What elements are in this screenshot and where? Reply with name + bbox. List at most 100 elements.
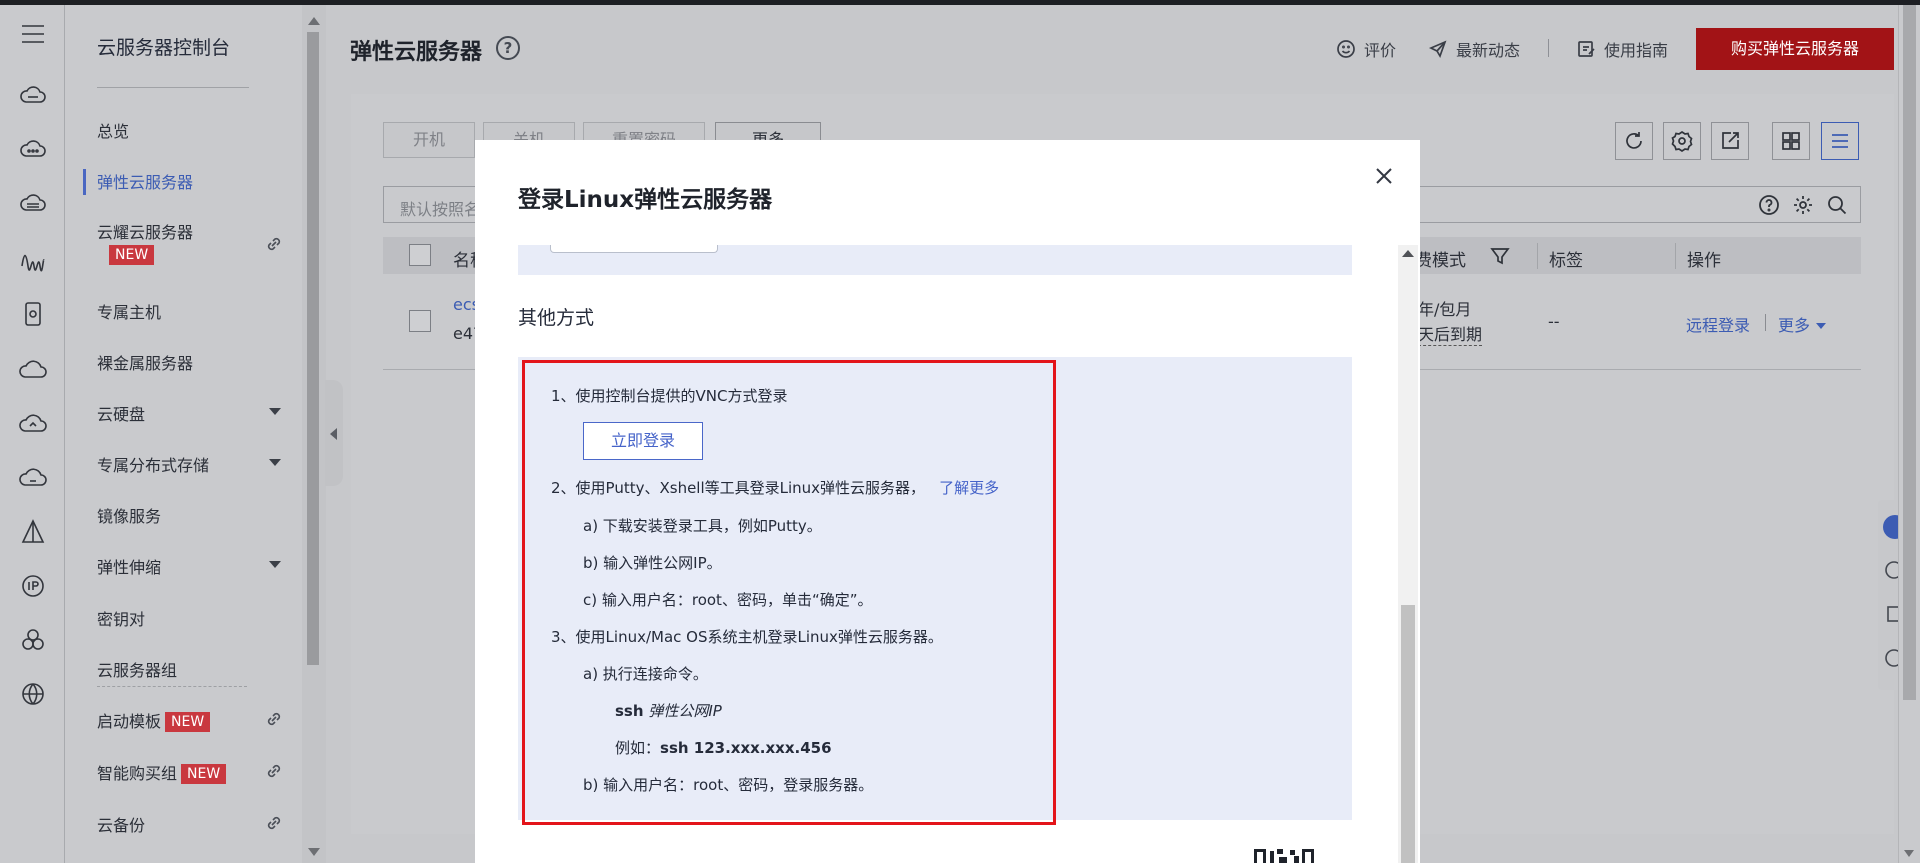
scroll-down-arrow[interactable] — [308, 848, 320, 856]
column-divider — [1537, 243, 1538, 269]
more-actions-label: 更多 — [1778, 316, 1811, 335]
learn-more-link[interactable]: 了解更多 — [939, 479, 999, 497]
gear-icon[interactable] — [1792, 194, 1814, 216]
sidebar-item-dss[interactable]: 专属分布式存储 — [97, 452, 209, 476]
cluster-icon[interactable] — [18, 625, 48, 655]
login-linux-modal: 登录Linux弹性云服务器 其他方式 1、使用控制台提供的VNC方式登录 立即登… — [475, 140, 1420, 863]
scroll-up-arrow[interactable] — [308, 17, 320, 25]
scroll-down-arrow[interactable] — [1904, 850, 1914, 857]
select-all-checkbox[interactable] — [409, 244, 431, 266]
menu-icon[interactable] — [18, 19, 48, 49]
new-badge: NEW — [165, 712, 211, 732]
search-icon[interactable] — [1826, 194, 1848, 216]
settings-button[interactable] — [1663, 122, 1701, 160]
ssh-command: ssh 弹性公网IP — [615, 700, 722, 721]
window-scrollbar[interactable] — [1898, 5, 1920, 863]
sidebar-item-ims[interactable]: 镜像服务 — [97, 503, 161, 527]
new-badge-hecs: NEW — [105, 245, 155, 265]
scroll-thumb[interactable] — [1401, 605, 1415, 863]
sidebar-item-overview[interactable]: 总览 — [97, 118, 129, 142]
modal-title: 登录Linux弹性云服务器 — [518, 187, 773, 213]
grid-view-button[interactable] — [1772, 122, 1810, 160]
filter-icon[interactable] — [1489, 245, 1511, 267]
scroll-thumb[interactable] — [1903, 5, 1916, 700]
step-2-line: 2、使用Putty、Xshell等工具登录Linux弹性云服务器， 了解更多 — [551, 477, 999, 498]
more-actions-link[interactable]: 更多 — [1778, 312, 1827, 336]
previous-section-tail — [518, 245, 1352, 275]
chevron-down-icon[interactable] — [269, 408, 281, 415]
cloud-backup-icon[interactable] — [18, 463, 48, 493]
smile-icon — [1337, 40, 1355, 58]
expiry-info[interactable]: 天后到期 — [1418, 321, 1483, 346]
cloud-sync-icon[interactable] — [18, 409, 48, 439]
cloud-outline-icon[interactable] — [18, 355, 48, 385]
cloud-disk-icon[interactable] — [18, 189, 48, 219]
chevron-down-icon[interactable] — [269, 459, 281, 466]
sidebar-item-as[interactable]: 弹性伸缩 — [97, 554, 161, 578]
vnc-login-button[interactable]: 立即登录 — [583, 422, 703, 460]
help-icon[interactable]: ? — [496, 36, 520, 60]
column-actions: 操作 — [1687, 251, 1721, 271]
globe-icon[interactable] — [18, 679, 48, 709]
gear-icon — [1671, 130, 1693, 152]
remote-login-link[interactable]: 远程登录 — [1686, 312, 1750, 336]
sidebar-scrollbar[interactable] — [302, 5, 326, 863]
tent-icon[interactable] — [18, 517, 48, 547]
sidebar-item-bare-metal[interactable]: 裸金属服务器 — [97, 350, 193, 374]
refresh-icon — [1626, 132, 1642, 149]
modal-scrollbar[interactable] — [1398, 245, 1418, 863]
rate-link[interactable]: 评价 — [1336, 37, 1396, 61]
sidebar-item-hecs[interactable]: 云耀云服务器 — [97, 219, 193, 243]
column-billing[interactable]: 费模式 — [1415, 246, 1466, 271]
news-label: 最新动态 — [1456, 41, 1521, 60]
rate-label: 评价 — [1364, 41, 1397, 60]
chevron-down-icon[interactable] — [269, 561, 281, 568]
list-view-button[interactable] — [1821, 122, 1859, 160]
example-command: ssh 123.xxx.xxx.456 — [660, 739, 832, 757]
start-button[interactable]: 开机 — [383, 122, 475, 158]
sidebar-item-server-group[interactable]: 云服务器组 — [97, 657, 177, 681]
guide-link[interactable]: 使用指南 — [1576, 37, 1668, 61]
export-icon — [1722, 132, 1739, 149]
sidebar-item-keypair[interactable]: 密钥对 — [97, 606, 145, 630]
external-link-icon[interactable] — [265, 814, 283, 832]
guide-icon — [1578, 41, 1595, 57]
sidebar-collapse-button[interactable] — [325, 380, 343, 486]
close-icon[interactable] — [1372, 164, 1396, 188]
ssh-keyword: ssh — [615, 702, 644, 720]
sidebar-item-dedicated-host[interactable]: 专属主机 — [97, 299, 161, 323]
refresh-button[interactable] — [1615, 122, 1653, 160]
external-link-icon[interactable] — [265, 235, 283, 253]
sidebar-item-cbr[interactable]: 云备份 — [97, 812, 145, 836]
step-2b-text: b) 输入弹性公网IP。 — [583, 554, 722, 572]
sidebar-item-evs[interactable]: 云硬盘 — [97, 401, 145, 425]
external-link-icon[interactable] — [265, 710, 283, 728]
cloud-dots-icon[interactable] — [18, 135, 48, 165]
export-button[interactable] — [1711, 122, 1749, 160]
sidebar-title: 云服务器控制台 — [97, 37, 231, 59]
cloud-server-icon[interactable] — [18, 81, 48, 111]
active-indicator — [83, 169, 86, 195]
sidebar: 云服务器控制台 总览 弹性云服务器 云耀云服务器 NEW 专属主机 裸金属服务器… — [65, 5, 302, 863]
badge-text: NEW — [109, 245, 155, 265]
ip-icon[interactable] — [18, 571, 48, 601]
scroll-thumb[interactable] — [307, 32, 319, 665]
scroll-up-arrow[interactable] — [1402, 250, 1414, 257]
external-link-icon[interactable] — [265, 762, 283, 780]
send-icon — [1428, 40, 1447, 58]
help-icon[interactable] — [1758, 194, 1780, 216]
caret-down-icon — [1816, 323, 1827, 329]
column-tags[interactable]: 标签 — [1549, 246, 1583, 271]
next-section-text-fragment — [518, 852, 778, 863]
buy-ecs-button[interactable]: 购买弹性云服务器 — [1696, 28, 1894, 70]
grid-icon — [1782, 132, 1800, 150]
wave-icon[interactable] — [18, 243, 48, 273]
news-link[interactable]: 最新动态 — [1428, 37, 1520, 61]
sidebar-item-smart-purchase[interactable]: 智能购买组 NEW — [97, 760, 227, 784]
sidebar-item-ecs[interactable]: 弹性云服务器 — [97, 169, 193, 193]
row-checkbox[interactable] — [409, 310, 431, 332]
search-placeholder: 默认按照名 — [400, 200, 481, 219]
phone-icon[interactable] — [18, 299, 48, 329]
icon-rail — [0, 5, 65, 863]
sidebar-item-launch-template[interactable]: 启动模板 NEW — [97, 708, 211, 732]
